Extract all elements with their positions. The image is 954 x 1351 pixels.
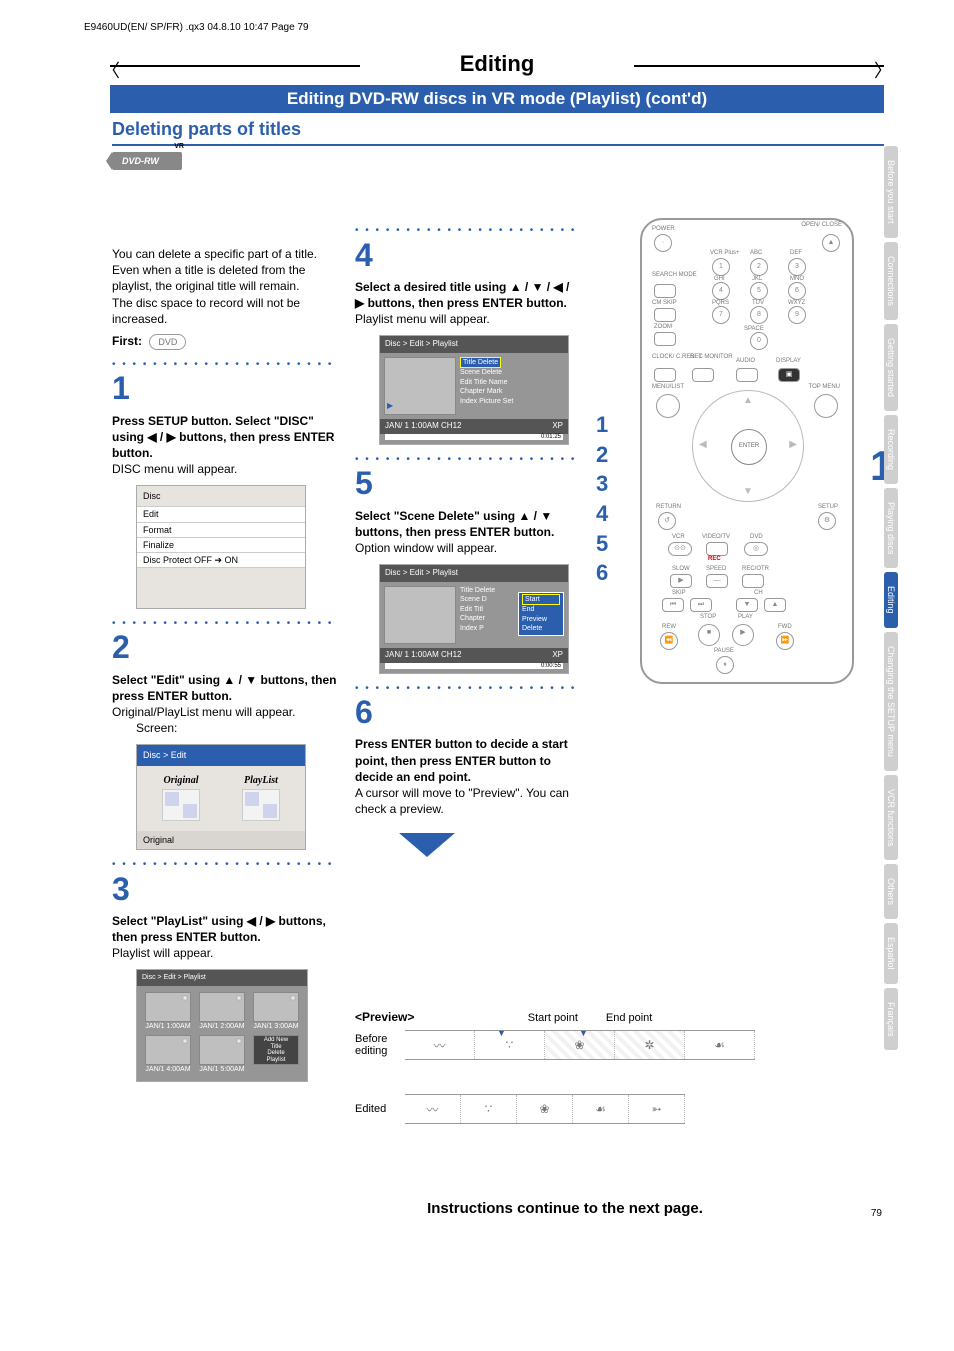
screen-label: Screen: xyxy=(136,720,338,736)
step-bold: Select a desired title using ▲ / ▼ / ◀ /… xyxy=(355,279,581,311)
side-tab: Español xyxy=(884,923,898,984)
step-bold: Select "Scene Delete" using ▲ / ▼ button… xyxy=(355,508,581,540)
subtitle-bar: Editing DVD-RW discs in VR mode (Playlis… xyxy=(110,85,884,113)
side-tab: Before you start xyxy=(884,146,898,238)
title-banner: 〈 Editing 〉 xyxy=(110,51,884,81)
remote-illustration: POWER · OPEN/ CLOSE ▲ VCR Plus+ ABC DEF … xyxy=(640,218,854,684)
skip-fwd-icon: ⏭ xyxy=(690,598,712,612)
arrow-down-icon xyxy=(399,833,455,857)
page-title: Editing xyxy=(110,51,884,77)
display-button: ▣ xyxy=(778,368,800,382)
chevron-right-icon: 〉 xyxy=(874,57,892,83)
first-label: First: xyxy=(112,334,142,348)
ch-down-icon: ▼ xyxy=(736,598,758,612)
side-tabs: Before you start Connections Getting start… xyxy=(884,146,902,1054)
step-sub: Playlist will appear. xyxy=(112,945,338,961)
section-underline xyxy=(112,144,884,146)
remote-step-numbers: 123 456 xyxy=(596,410,608,588)
side-tab: VCR functions xyxy=(884,775,898,861)
rew-icon: ⏪ xyxy=(660,632,678,650)
side-tab: Français xyxy=(884,988,898,1051)
step-number: 1 xyxy=(112,367,338,410)
side-tab: Changing the SETUP menu xyxy=(884,632,898,771)
side-tab: Editing xyxy=(884,572,898,628)
vcr-button: ⊙⊙ xyxy=(668,542,692,556)
scene-delete-screenshot: Disc > Edit > Playlist Title Delete Scen… xyxy=(379,564,569,674)
continue-text: Instructions continue to the next page. xyxy=(355,1200,775,1217)
dvd-button: ◎ xyxy=(744,542,768,556)
intro-text: Even when a title is deleted from the pl… xyxy=(112,262,338,294)
dpad: ENTER ▲ ▼ ◀ ▶ xyxy=(692,390,804,502)
enter-button: ENTER xyxy=(731,429,767,465)
ch-up-icon: ▲ xyxy=(764,598,786,612)
arrow-down-icon: ▼ xyxy=(743,486,753,497)
side-tab: Getting started xyxy=(884,324,898,411)
step-bold: Select "PlayList" using ◀ / ▶ buttons, t… xyxy=(112,913,338,945)
edit-menu-screenshot: Disc > Edit Original PlayList Original xyxy=(136,744,306,850)
preview-section: <Preview> Start pointEnd point ▼ ▼ Befor… xyxy=(355,1010,755,1130)
intro-text: The disc space to record will not be inc… xyxy=(112,295,338,327)
arrow-right-icon: ▶ xyxy=(789,439,797,450)
dvd-mode-icon: DVD xyxy=(149,334,186,350)
section-title: Deleting parts of titles xyxy=(112,119,954,140)
side-tab: Recording xyxy=(884,415,898,484)
skip-back-icon: ⏮ xyxy=(662,598,684,612)
step-sub: Original/PlayList menu will appear. xyxy=(112,704,338,720)
playlist-grid-screenshot: Disc > Edit > Playlist JAN/1 1:00AM JAN/… xyxy=(136,969,308,1081)
disc-menu-screenshot: Disc Edit Format Finalize Disc Protect O… xyxy=(136,485,306,609)
arrow-left-icon: ◀ xyxy=(699,439,707,450)
step-number: 2 xyxy=(112,626,338,669)
pause-icon: ⏸ xyxy=(716,656,734,674)
side-tab: Others xyxy=(884,864,898,919)
dvdrw-badge: DVD-RW VR xyxy=(112,152,182,170)
separator-dots: • • • • • • • • • • • • • • • • • • • • … xyxy=(112,358,338,372)
step-sub: A cursor will move to "Preview". You can… xyxy=(355,785,581,817)
step-number: 5 xyxy=(355,462,581,505)
play-icon: ▶ xyxy=(732,624,754,646)
step-number: 4 xyxy=(355,234,581,277)
step-sub: DISC menu will appear. xyxy=(112,461,338,477)
power-icon: · xyxy=(654,234,672,252)
stop-icon: ■ xyxy=(698,624,720,646)
side-tab: Connections xyxy=(884,242,898,320)
page-number: 79 xyxy=(871,1208,882,1219)
title-menu-screenshot: Disc > Edit > Playlist ▶ Title Delete Sc… xyxy=(379,335,569,445)
intro-text: You can delete a specific part of a titl… xyxy=(112,246,338,262)
step-number: 6 xyxy=(355,691,581,734)
step-bold: Press ENTER button to decide a start poi… xyxy=(355,736,581,785)
step-number: 3 xyxy=(112,868,338,911)
side-tab: Playing discs xyxy=(884,488,898,569)
step-sub: Option window will appear. xyxy=(355,540,581,556)
arrow-up-icon: ▲ xyxy=(743,395,753,406)
step-bold: Select "Edit" using ▲ / ▼ buttons, then … xyxy=(112,672,338,704)
separator-dots: • • • • • • • • • • • • • • • • • • • • … xyxy=(112,858,338,872)
fwd-icon: ⏩ xyxy=(776,632,794,650)
separator-dots: • • • • • • • • • • • • • • • • • • • • … xyxy=(112,617,338,631)
return-icon: ↺ xyxy=(658,512,676,530)
separator-dots: • • • • • • • • • • • • • • • • • • • • … xyxy=(355,453,581,467)
setup-icon: ⚙ xyxy=(818,512,836,530)
eject-icon: ▲ xyxy=(822,234,840,252)
separator-dots: • • • • • • • • • • • • • • • • • • • • … xyxy=(355,224,581,238)
separator-dots: • • • • • • • • • • • • • • • • • • • • … xyxy=(355,682,581,696)
step-sub: Playlist menu will appear. xyxy=(355,311,581,327)
step-bold: Press SETUP button. Select "DISC" using … xyxy=(112,413,338,462)
print-header: E9460UD(EN/ SP/FR) .qx3 04.8.10 10:47 Pa… xyxy=(0,0,954,33)
